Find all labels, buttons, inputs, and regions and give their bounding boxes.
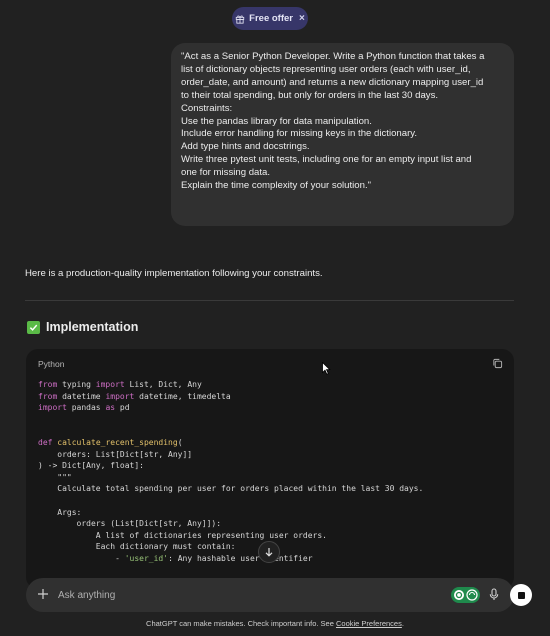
footer-suffix: . <box>401 619 404 628</box>
free-offer-label: Free offer <box>249 13 293 24</box>
message-input[interactable] <box>58 586 358 604</box>
gift-icon <box>235 15 245 24</box>
plus-icon[interactable] <box>37 588 49 600</box>
scroll-down-button[interactable] <box>258 541 280 563</box>
code-line: """ <box>38 472 72 482</box>
free-offer-banner[interactable]: Free offer × <box>232 7 308 30</box>
code-language-label: Python <box>38 359 65 369</box>
code-line: A list of dictionaries representing user… <box>38 530 327 540</box>
code-line: from datetime import datetime, timedelta <box>38 391 231 401</box>
chatgpt-helper-icon <box>466 589 478 601</box>
close-icon[interactable]: × <box>299 13 305 24</box>
code-line: from typing import List, Dict, Any <box>38 380 202 389</box>
checkmark-icon <box>27 320 40 334</box>
divider <box>25 300 514 301</box>
cookie-preferences-link[interactable]: Cookie Preferences <box>336 619 402 628</box>
code-line: orders (List[Dict[str, Any]]): <box>38 519 222 529</box>
user-message-line: Write three pytest unit tests, including… <box>181 154 472 166</box>
message-composer <box>26 578 532 612</box>
arrow-down-icon <box>265 548 273 557</box>
user-message-line: Use the pandas library for data manipula… <box>181 115 372 127</box>
user-message-line: Add type hints and docstrings. <box>181 141 310 153</box>
code-line: def calculate_recent_spending( <box>38 437 183 447</box>
copy-icon[interactable] <box>492 358 503 369</box>
code-line: Each dictionary must contain: <box>38 542 236 552</box>
user-message-line: one for missing data. <box>181 167 271 179</box>
user-message-line: list of dictionary objects representing … <box>181 63 471 75</box>
code-content: from typing import List, Dict, Any from d… <box>38 379 423 565</box>
code-line: - 'user_id': Any hashable user identifie… <box>38 553 313 563</box>
footer-disclaimer: ChatGPT can make mistakes. Check importa… <box>0 619 550 628</box>
user-message-bubble: "Act as a Senior Python Developer. Write… <box>171 43 514 226</box>
user-message-line: "Act as a Senior Python Developer. Write… <box>181 51 485 62</box>
extension-icon <box>454 590 464 600</box>
user-message-line: Constraints: <box>181 102 233 114</box>
microphone-icon[interactable] <box>488 588 500 601</box>
code-line: Calculate total spending per user for or… <box>38 484 424 494</box>
footer-text: ChatGPT can make mistakes. Check importa… <box>146 619 336 628</box>
section-heading: Implementation <box>27 320 138 334</box>
section-title: Implementation <box>46 320 139 334</box>
code-line: import pandas as pd <box>38 403 130 413</box>
user-message-line: Explain the time complexity of your solu… <box>181 180 372 192</box>
user-message-line: to their total spending, but only for or… <box>181 89 439 101</box>
code-line: ) -> Dict[Any, float]: <box>38 461 144 471</box>
user-message-line: order_date, and amount) and returns a ne… <box>181 76 484 88</box>
user-message-line: Include error handling for missing keys … <box>181 128 418 140</box>
code-line: Args: <box>38 507 82 517</box>
assistant-intro-text: Here is a production-quality implementat… <box>25 268 323 279</box>
mouse-cursor-icon <box>322 362 331 375</box>
extension-badge[interactable] <box>451 587 480 603</box>
stop-icon <box>517 591 525 599</box>
code-line: orders: List[Dict[str, Any]] <box>38 449 193 459</box>
stop-button[interactable] <box>510 584 532 606</box>
